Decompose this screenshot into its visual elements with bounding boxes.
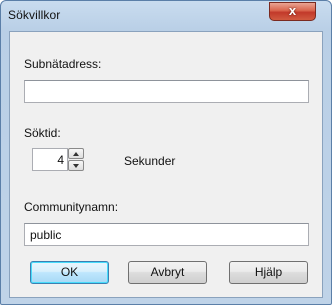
community-input[interactable]: public	[24, 223, 309, 246]
search-time-label: Söktid:	[24, 126, 61, 140]
title-bar[interactable]: Sökvillkor x	[1, 1, 331, 31]
cancel-button[interactable]: Avbryt	[128, 261, 207, 284]
arrow-up-icon	[73, 152, 79, 156]
subnet-input[interactable]	[24, 80, 309, 103]
search-time-stepper[interactable]	[68, 148, 84, 171]
spin-down-button[interactable]	[68, 160, 84, 171]
search-time-input[interactable]: 4	[32, 148, 68, 171]
close-button[interactable]: x	[269, 2, 316, 21]
close-icon: x	[288, 3, 297, 18]
seconds-label: Sekunder	[124, 154, 176, 168]
subnet-label: Subnätadress:	[24, 57, 102, 71]
community-label: Communitynamn:	[24, 200, 119, 214]
spin-up-button[interactable]	[68, 148, 84, 159]
arrow-down-icon	[73, 164, 79, 168]
ok-button[interactable]: OK	[30, 261, 109, 284]
help-button[interactable]: Hjälp	[229, 261, 308, 284]
window-title: Sökvillkor	[8, 8, 61, 22]
dialog-window: Sökvillkor x Subnätadress: Söktid: 4 Sek…	[0, 0, 332, 305]
dialog-content: Subnätadress: Söktid: 4 Sekunder Communi…	[9, 31, 323, 298]
